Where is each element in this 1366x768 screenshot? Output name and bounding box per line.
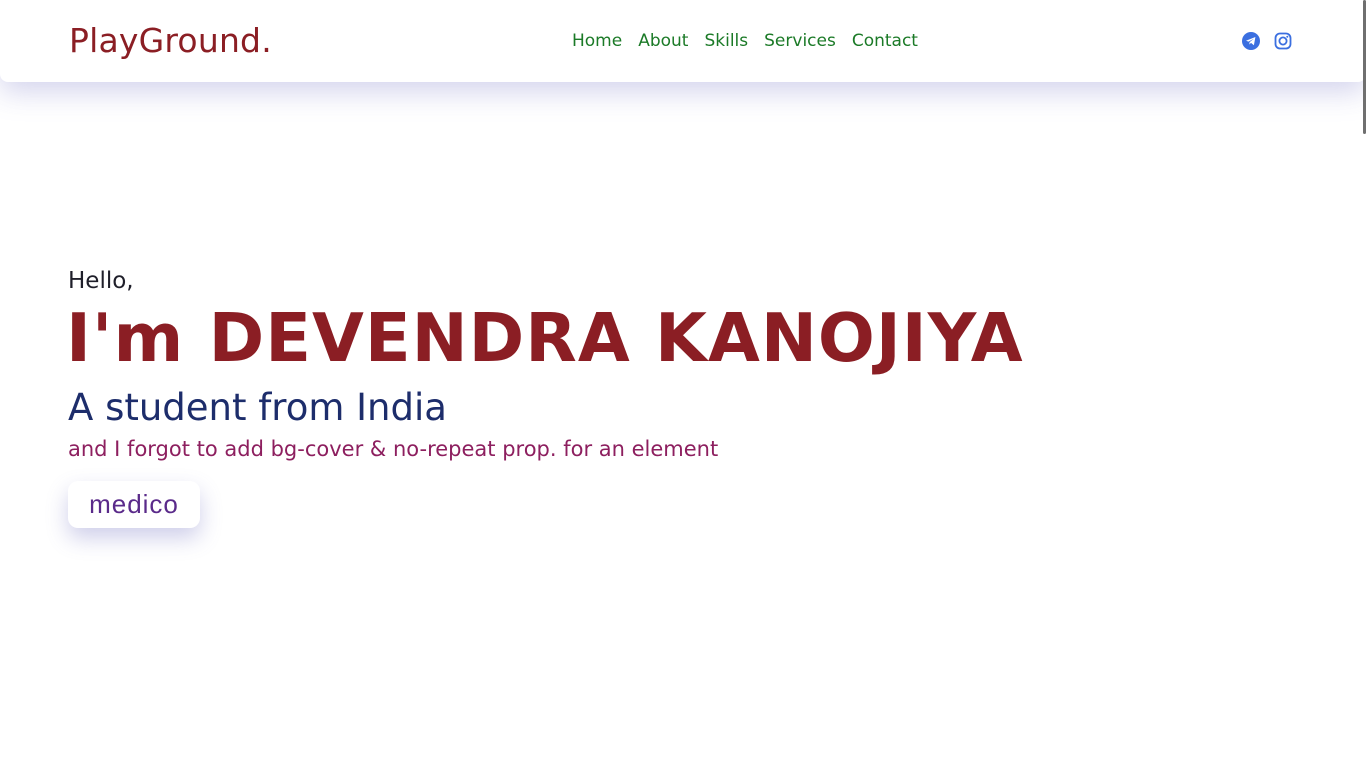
nav-link-about[interactable]: About [638, 29, 688, 53]
nav-link-home[interactable]: Home [572, 29, 622, 53]
nav-link-skills[interactable]: Skills [704, 29, 748, 53]
nav-menu: Home About Skills Services Contact [572, 29, 918, 53]
navbar: PlayGround. Home About Skills Services C… [0, 0, 1366, 82]
medico-button[interactable]: medico [68, 481, 200, 528]
telegram-icon[interactable] [1242, 32, 1260, 50]
nav-link-services[interactable]: Services [764, 29, 836, 53]
brand-logo[interactable]: PlayGround. [69, 20, 272, 62]
hero-tagline: A student from India [68, 386, 447, 429]
hero-name: I'm DEVENDRA KANOJIYA [66, 299, 1024, 377]
nav-link-contact[interactable]: Contact [852, 29, 918, 53]
hero-subtitle: and I forgot to add bg-cover & no-repeat… [68, 437, 719, 461]
hero-greeting: Hello, [68, 268, 134, 294]
instagram-icon[interactable] [1274, 32, 1292, 50]
